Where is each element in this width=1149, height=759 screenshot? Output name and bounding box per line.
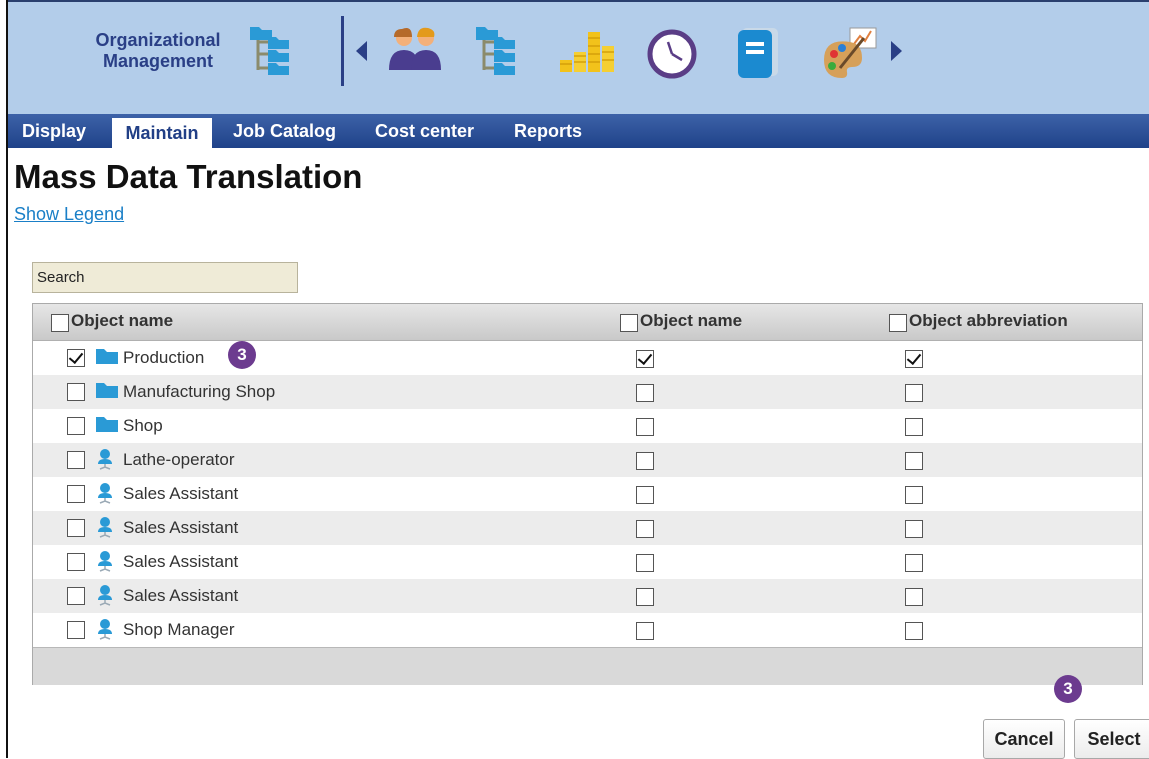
translate-abbreviation-checkbox[interactable] — [905, 384, 923, 402]
row-select-checkbox[interactable] — [67, 485, 85, 503]
position-person-icon — [95, 516, 115, 543]
translation-grid: Object name Object name Object abbreviat… — [32, 303, 1143, 685]
tab-maintain[interactable]: Maintain — [112, 118, 212, 148]
tab-display[interactable]: Display — [22, 114, 86, 148]
step-badge-button: 3 — [1054, 675, 1082, 703]
app-title-line1: Organizational — [95, 30, 221, 50]
app-title-line2: Management — [102, 51, 214, 71]
select-all-checkbox[interactable] — [51, 314, 69, 332]
select-button[interactable]: Select — [1074, 719, 1149, 759]
position-person-icon — [95, 584, 115, 611]
translate-name-checkbox[interactable] — [636, 486, 654, 504]
org-unit-folder-icon — [95, 347, 119, 370]
app-title: Organizational Management — [88, 30, 228, 72]
nav-bar: Display Maintain Job Catalog Cost center… — [8, 114, 1149, 148]
clock-icon[interactable] — [646, 28, 698, 80]
translate-name-checkbox[interactable] — [636, 384, 654, 402]
table-row: Lathe-operator — [33, 443, 1142, 477]
object-name-text: Sales Assistant — [123, 518, 239, 537]
translate-name-checkbox[interactable] — [636, 588, 654, 606]
row-select-checkbox[interactable] — [67, 519, 85, 537]
column-header-label: Object name — [71, 311, 174, 330]
row-select-checkbox[interactable] — [67, 553, 85, 571]
people-icon[interactable] — [384, 26, 444, 72]
translate-abbreviation-checkbox[interactable] — [905, 350, 923, 368]
table-row: Sales Assistant — [33, 477, 1142, 511]
position-person-icon — [95, 618, 115, 645]
grid-header: Object name Object name Object abbreviat… — [33, 304, 1142, 341]
position-person-icon — [95, 448, 115, 475]
page-title: Mass Data Translation — [14, 158, 363, 195]
translate-name-checkbox[interactable] — [636, 418, 654, 436]
object-name-text: Sales Assistant — [123, 586, 239, 605]
notebook-icon[interactable] — [734, 26, 782, 80]
row-select-checkbox[interactable] — [67, 451, 85, 469]
object-name-text: Manufacturing Shop — [123, 382, 276, 401]
tab-cost-center[interactable]: Cost center — [375, 114, 474, 148]
row-select-checkbox[interactable] — [67, 417, 85, 435]
table-row: Production — [33, 341, 1142, 375]
object-name-text: Lathe-operator — [123, 450, 235, 469]
translate-name-checkbox[interactable] — [636, 554, 654, 572]
object-name-text: Sales Assistant — [123, 484, 239, 503]
search-input[interactable] — [32, 262, 298, 293]
table-row: Shop Manager — [33, 613, 1142, 647]
tab-reports[interactable]: Reports — [514, 114, 582, 148]
translate-name-checkbox[interactable] — [636, 350, 654, 368]
step-badge-row: 3 — [228, 341, 256, 369]
translate-abbreviation-checkbox[interactable] — [905, 452, 923, 470]
translate-abbreviation-checkbox[interactable] — [905, 486, 923, 504]
table-row: Manufacturing Shop — [33, 375, 1142, 409]
translate-abbreviation-checkbox[interactable] — [905, 554, 923, 572]
table-row: Sales Assistant — [33, 579, 1142, 613]
table-row: Shop — [33, 409, 1142, 443]
position-person-icon — [95, 482, 115, 509]
translate-abbreviation-checkbox[interactable] — [905, 520, 923, 538]
object-name-text: Shop Manager — [123, 620, 235, 639]
row-select-checkbox[interactable] — [67, 621, 85, 639]
translate-abbreviation-checkbox[interactable] — [905, 622, 923, 640]
row-select-checkbox[interactable] — [67, 383, 85, 401]
table-row: Sales Assistant — [33, 545, 1142, 579]
org-unit-folder-icon — [95, 415, 119, 438]
row-select-checkbox[interactable] — [67, 587, 85, 605]
translate-name-checkbox[interactable] — [636, 452, 654, 470]
arrow-right-icon[interactable] — [890, 40, 904, 62]
coins-chart-icon[interactable] — [556, 28, 616, 74]
translate-name-all-checkbox[interactable] — [620, 314, 638, 332]
show-legend-link[interactable]: Show Legend — [14, 204, 124, 225]
abbreviation-all-checkbox[interactable] — [889, 314, 907, 332]
arrow-left-icon[interactable] — [354, 40, 368, 62]
translate-name-checkbox[interactable] — [636, 520, 654, 538]
row-select-checkbox[interactable] — [67, 349, 85, 367]
object-name-text: Production — [123, 348, 205, 367]
translate-abbreviation-checkbox[interactable] — [905, 418, 923, 436]
object-name-text: Shop — [123, 416, 163, 435]
object-name-text: Sales Assistant — [123, 552, 239, 571]
column-header-label: Object abbreviation — [909, 311, 1068, 330]
grid-footer — [33, 647, 1142, 685]
cancel-button[interactable]: Cancel — [983, 719, 1065, 759]
palette-icon[interactable] — [820, 24, 882, 82]
translate-abbreviation-checkbox[interactable] — [905, 588, 923, 606]
tab-job-catalog[interactable]: Job Catalog — [233, 114, 336, 148]
app-header: Organizational Management — [8, 2, 1149, 114]
toolbar-divider — [341, 16, 344, 86]
org-tree-icon[interactable] — [472, 24, 528, 80]
org-tree-icon[interactable] — [246, 24, 302, 80]
org-unit-folder-icon — [95, 381, 119, 404]
position-person-icon — [95, 550, 115, 577]
translate-name-checkbox[interactable] — [636, 622, 654, 640]
column-header-label: Object name — [640, 311, 743, 330]
table-row: Sales Assistant — [33, 511, 1142, 545]
